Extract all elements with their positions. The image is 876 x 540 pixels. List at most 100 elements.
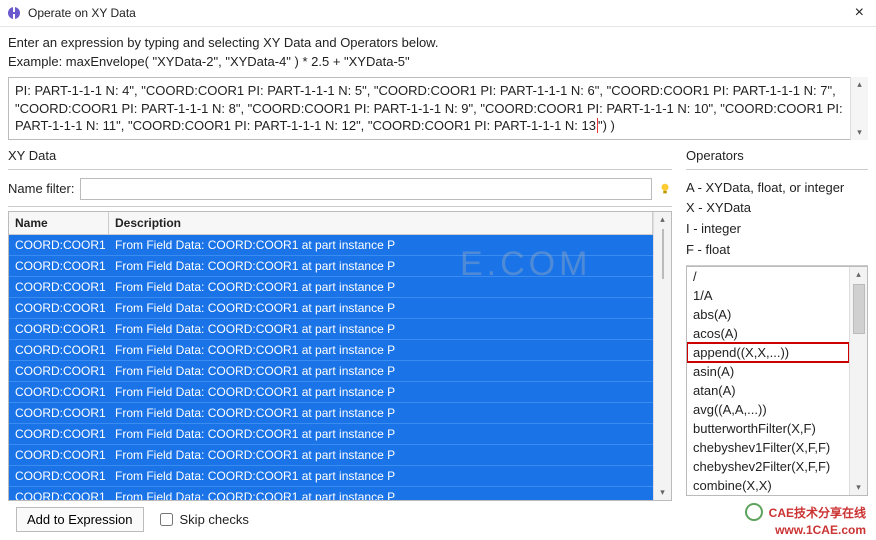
operator-item[interactable]: 1/A [687, 286, 849, 305]
operator-item[interactable]: avg((A,A,...)) [687, 400, 849, 419]
scroll-up-icon[interactable]: ▴ [857, 77, 862, 92]
divider [8, 206, 672, 207]
table-row[interactable]: COORD:COOR1From Field Data: COORD:COOR1 … [9, 277, 653, 298]
cell-name: COORD:COOR1 [9, 298, 109, 318]
cell-description: From Field Data: COORD:COOR1 at part ins… [109, 256, 653, 276]
table-row[interactable]: COORD:COOR1From Field Data: COORD:COOR1 … [9, 424, 653, 445]
cell-description: From Field Data: COORD:COOR1 at part ins… [109, 298, 653, 318]
cell-description: From Field Data: COORD:COOR1 at part ins… [109, 382, 653, 402]
cell-description: From Field Data: COORD:COOR1 at part ins… [109, 424, 653, 444]
app-icon [6, 5, 22, 21]
table-row[interactable]: COORD:COOR1From Field Data: COORD:COOR1 … [9, 445, 653, 466]
watermark-cn: CAE技术分享在线 [769, 504, 866, 521]
operators-list[interactable]: /1/Aabs(A)acos(A)append((X,X,...))asin(A… [687, 267, 849, 495]
example-text: Example: maxEnvelope( "XYData-2", "XYDat… [0, 52, 876, 77]
operator-item[interactable]: chebyshev1Filter(X,F,F) [687, 438, 849, 457]
legend-f: F - float [686, 240, 868, 261]
titlebar: Operate on XY Data × [0, 0, 876, 27]
legend-x: X - XYData [686, 198, 868, 219]
scroll-up-icon[interactable]: ▴ [660, 212, 665, 227]
table-row[interactable]: COORD:COOR1From Field Data: COORD:COOR1 … [9, 256, 653, 277]
operator-item[interactable]: append((X,X,...)) [687, 343, 849, 362]
close-icon[interactable]: × [849, 4, 870, 22]
table-row[interactable]: COORD:COOR1From Field Data: COORD:COOR1 … [9, 403, 653, 424]
table-header: Name Description [9, 212, 653, 235]
watermark-url: www.1CAE.com [775, 523, 866, 537]
expression-box-wrap: PI: PART-1-1-1 N: 4", "COORD:COOR1 PI: P… [8, 77, 868, 140]
divider [8, 169, 672, 170]
cell-description: From Field Data: COORD:COOR1 at part ins… [109, 487, 653, 500]
cell-name: COORD:COOR1 [9, 487, 109, 500]
table-row[interactable]: COORD:COOR1From Field Data: COORD:COOR1 … [9, 466, 653, 487]
table-row[interactable]: COORD:COOR1From Field Data: COORD:COOR1 … [9, 340, 653, 361]
cell-description: From Field Data: COORD:COOR1 at part ins… [109, 445, 653, 465]
scroll-down-icon[interactable]: ▾ [857, 125, 862, 140]
expression-line: PART-1-1-1 N: 11", "COORD:COOR1 PI: PART… [15, 118, 596, 133]
skip-checks-wrap[interactable]: Skip checks [156, 510, 249, 529]
operator-item[interactable]: abs(A) [687, 305, 849, 324]
scrollbar-thumb[interactable] [662, 229, 664, 279]
name-filter-input[interactable] [80, 178, 652, 200]
skip-checks-label: Skip checks [180, 512, 249, 527]
table-row[interactable]: COORD:COOR1From Field Data: COORD:COOR1 … [9, 298, 653, 319]
table-row[interactable]: COORD:COOR1From Field Data: COORD:COOR1 … [9, 319, 653, 340]
operator-item[interactable]: asin(A) [687, 362, 849, 381]
bottom-controls: Add to Expression Skip checks [16, 507, 664, 532]
add-to-expression-button[interactable]: Add to Expression [16, 507, 144, 532]
operator-item[interactable]: combine(X,X) [687, 476, 849, 495]
scroll-down-icon[interactable]: ▾ [660, 485, 665, 500]
operators-scrollbar[interactable]: ▴ ▾ [849, 267, 867, 495]
cell-name: COORD:COOR1 [9, 319, 109, 339]
expression-line: PI: PART-1-1-1 N: 4", "COORD:COOR1 PI: P… [15, 83, 836, 98]
skip-checks-checkbox[interactable] [160, 513, 173, 526]
cell-description: From Field Data: COORD:COOR1 at part ins… [109, 340, 653, 360]
operators-title: Operators [686, 148, 868, 163]
operator-item[interactable]: / [687, 267, 849, 286]
scrollbar-thumb[interactable] [853, 284, 865, 334]
window-title: Operate on XY Data [28, 6, 849, 20]
operators-panel: Operators A - XYData, float, or integer … [686, 148, 868, 540]
cell-name: COORD:COOR1 [9, 361, 109, 381]
scroll-up-icon[interactable]: ▴ [856, 267, 861, 282]
cell-name: COORD:COOR1 [9, 277, 109, 297]
table-scrollbar-vertical[interactable]: ▴ ▾ [653, 212, 671, 500]
watermark-footer: CAE技术分享在线 [745, 503, 866, 521]
column-header-name[interactable]: Name [9, 212, 109, 234]
cell-description: From Field Data: COORD:COOR1 at part ins… [109, 277, 653, 297]
cell-description: From Field Data: COORD:COOR1 at part ins… [109, 235, 653, 255]
operator-item[interactable]: chebyshev2Filter(X,F,F) [687, 457, 849, 476]
name-filter-label: Name filter: [8, 181, 74, 196]
cell-name: COORD:COOR1 [9, 466, 109, 486]
operator-item[interactable]: acos(A) [687, 324, 849, 343]
cell-description: From Field Data: COORD:COOR1 at part ins… [109, 319, 653, 339]
expression-scrollbar[interactable]: ▴ ▾ [850, 77, 868, 140]
divider [686, 169, 868, 170]
cell-description: From Field Data: COORD:COOR1 at part ins… [109, 466, 653, 486]
scroll-down-icon[interactable]: ▾ [856, 480, 861, 495]
cell-description: From Field Data: COORD:COOR1 at part ins… [109, 403, 653, 423]
table-row[interactable]: COORD:COOR1From Field Data: COORD:COOR1 … [9, 487, 653, 500]
table-row[interactable]: COORD:COOR1From Field Data: COORD:COOR1 … [9, 361, 653, 382]
cell-description: From Field Data: COORD:COOR1 at part ins… [109, 361, 653, 381]
xydata-panel: XY Data Name filter: Name Description CO… [8, 148, 672, 540]
column-header-description[interactable]: Description [109, 212, 653, 234]
operators-legend: A - XYData, float, or integer X - XYData… [686, 178, 868, 261]
table-row[interactable]: COORD:COOR1From Field Data: COORD:COOR1 … [9, 382, 653, 403]
cell-name: COORD:COOR1 [9, 403, 109, 423]
instructions-text: Enter an expression by typing and select… [0, 27, 876, 52]
expression-input[interactable]: PI: PART-1-1-1 N: 4", "COORD:COOR1 PI: P… [8, 77, 868, 140]
table-row[interactable]: COORD:COOR1From Field Data: COORD:COOR1 … [9, 235, 653, 256]
cell-name: COORD:COOR1 [9, 424, 109, 444]
operator-item[interactable]: atan(A) [687, 381, 849, 400]
lightbulb-icon[interactable] [658, 182, 672, 196]
cell-name: COORD:COOR1 [9, 235, 109, 255]
cell-name: COORD:COOR1 [9, 340, 109, 360]
cell-name: COORD:COOR1 [9, 256, 109, 276]
legend-i: I - integer [686, 219, 868, 240]
operator-item[interactable]: butterworthFilter(X,F) [687, 419, 849, 438]
operators-list-wrap: /1/Aabs(A)acos(A)append((X,X,...))asin(A… [686, 266, 868, 496]
cell-name: COORD:COOR1 [9, 445, 109, 465]
expression-line: "COORD:COOR1 PI: PART-1-1-1 N: 8", "COOR… [15, 101, 843, 116]
cell-name: COORD:COOR1 [9, 382, 109, 402]
name-filter-row: Name filter: [8, 178, 672, 200]
